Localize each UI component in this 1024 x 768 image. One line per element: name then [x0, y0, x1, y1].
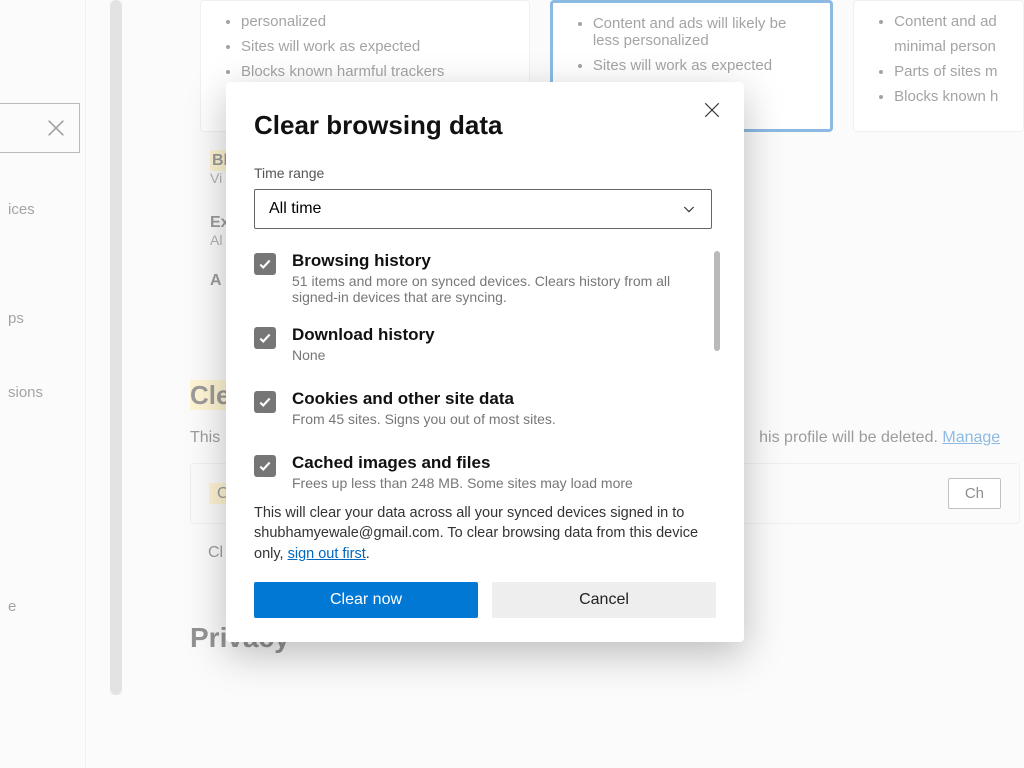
checkmark-icon [258, 459, 272, 473]
checkmark-icon [258, 331, 272, 345]
clear-now-button[interactable]: Clear now [254, 582, 478, 618]
check-desc: From 45 sites. Signs you out of most sit… [292, 411, 556, 427]
check-desc: 51 items and more on synced devices. Cle… [292, 273, 682, 305]
chevron-down-icon [681, 201, 697, 217]
check-item-cookies: Cookies and other site data From 45 site… [254, 389, 716, 427]
dialog-close-button[interactable] [698, 96, 726, 124]
checkmark-icon [258, 395, 272, 409]
check-desc: Frees up less than 248 MB. Some sites ma… [292, 475, 633, 491]
check-title: Cached images and files [292, 453, 633, 473]
time-range-select[interactable]: All time [254, 189, 712, 229]
check-title: Download history [292, 325, 435, 345]
close-icon [703, 101, 721, 119]
sign-out-link[interactable]: sign out first [288, 546, 366, 562]
checkmark-icon [258, 257, 272, 271]
dialog-title: Clear browsing data [254, 110, 716, 141]
check-item-browsing-history: Browsing history 51 items and more on sy… [254, 251, 716, 305]
check-desc: None [292, 347, 435, 363]
checkbox-download-history[interactable] [254, 327, 276, 349]
time-range-label: Time range [254, 165, 716, 181]
check-item-cache: Cached images and files Frees up less th… [254, 453, 716, 491]
checkbox-cache[interactable] [254, 455, 276, 477]
list-scrollbar-thumb[interactable] [714, 251, 720, 351]
check-title: Cookies and other site data [292, 389, 556, 409]
check-title: Browsing history [292, 251, 682, 271]
dialog-sync-note: This will clear your data across all you… [254, 503, 714, 564]
check-item-download-history: Download history None [254, 325, 716, 363]
clear-browsing-data-dialog: Clear browsing data Time range All time … [226, 82, 744, 642]
checkbox-browsing-history[interactable] [254, 253, 276, 275]
checkbox-cookies[interactable] [254, 391, 276, 413]
cancel-button[interactable]: Cancel [492, 582, 716, 618]
data-type-list: Browsing history 51 items and more on sy… [254, 251, 716, 491]
time-range-value: All time [269, 200, 321, 218]
